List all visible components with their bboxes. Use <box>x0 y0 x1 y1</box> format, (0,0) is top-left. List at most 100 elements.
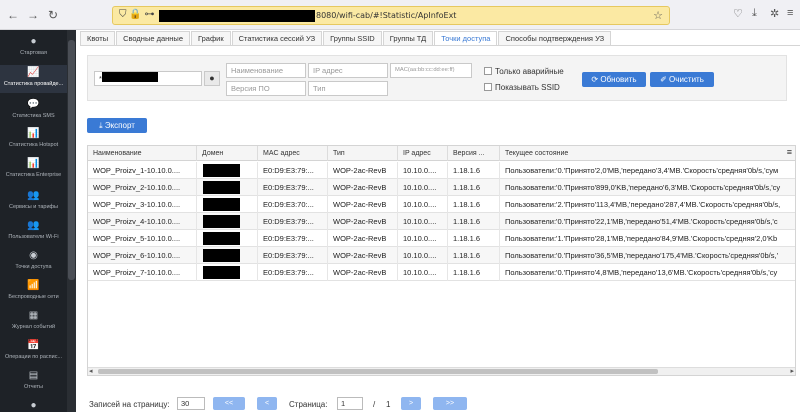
bookmark-star-icon[interactable]: ☆ <box>653 9 663 22</box>
tab-quotas[interactable]: Квоты <box>80 31 116 45</box>
cell-mac: E0:D9:E3:79:... <box>258 162 328 179</box>
clear-button[interactable]: ✐ Очистить <box>650 72 714 87</box>
only-alarm-label: Только аварийные <box>495 67 564 76</box>
column-header-type[interactable]: Тип <box>328 146 398 161</box>
column-header-state[interactable]: Текущее состояние <box>500 146 790 161</box>
tab-session-stats[interactable]: Статистика сессий УЗ <box>231 31 323 45</box>
column-header-name[interactable]: Наименование <box>88 146 197 161</box>
sidebar-item-label: Пользователи Wi-Fi <box>8 234 59 240</box>
site-info-icon[interactable]: ⛉ 🔒 ⊶ <box>119 9 155 20</box>
sidebar-item-wireless-networks[interactable]: 📶 Беспроводные сети <box>0 280 67 306</box>
cell-mac: E0:D9:E3:79:... <box>258 179 328 196</box>
table-row[interactable]: WOP_Proizv_4-10.10.0.... E0:D9:E3:79:... W… <box>88 213 795 230</box>
sidebar-item-label: Отчеты <box>23 384 43 390</box>
tab-confirmation-methods[interactable]: Способы подтверждения УЗ <box>498 31 612 45</box>
cell-state: Пользователи:'1.'Принято'28,1'MB,'переда… <box>505 234 778 243</box>
total-pages: 1 <box>386 400 391 409</box>
menu-icon[interactable]: ≡ <box>787 7 793 19</box>
column-header-domain[interactable]: Домен <box>197 146 258 161</box>
column-header-ip[interactable]: IP адрес <box>398 146 448 161</box>
mac-input[interactable]: MAC(aa:bb:cc:dd:ee:ff) <box>390 63 472 78</box>
cell-type: WOP-2ac-RevB <box>328 213 398 230</box>
eraser-icon: ✐ <box>660 75 670 84</box>
prev-page-button[interactable]: < <box>257 397 277 410</box>
tab-ssid-groups[interactable]: Группы SSID <box>323 31 382 45</box>
tab-summary[interactable]: Сводные данные <box>116 31 190 45</box>
table-row[interactable]: WOP_Proizv_5-10.10.0.... E0:D9:E3:79:... W… <box>88 230 795 247</box>
sidebar-item-reports[interactable]: ▤ Отчеты <box>0 370 67 396</box>
tab-graph[interactable]: График <box>191 31 231 45</box>
page-input[interactable]: 1 <box>337 397 363 410</box>
users-icon: 👥 <box>27 220 40 231</box>
sidebar-item-provider-stats[interactable]: 📈 Статистика провайде... <box>0 65 67 93</box>
cell-state: Пользователи:'0.'Принято'4,8'MB,'передан… <box>505 268 778 277</box>
per-page-label: Записей на страницу: <box>89 400 170 409</box>
sidebar-item-label: Точки доступа <box>15 264 52 270</box>
horizontal-scrollbar[interactable]: ◂ ▸ <box>88 367 795 375</box>
sidebar-item-start[interactable]: ● Стартовая <box>0 36 67 62</box>
table-row[interactable]: WOP_Proizv_7-10.10.0.... E0:D9:E3:79:... W… <box>88 264 795 281</box>
per-page-input[interactable]: 30 <box>177 397 205 410</box>
extension-icon[interactable]: ✲ <box>770 7 779 20</box>
table-row[interactable]: WOP_Proizv_1-10.10.0.... E0:D9:E3:79:... W… <box>88 162 795 179</box>
wifi-icon: 📶 <box>27 280 40 291</box>
firmware-input[interactable]: Версия ПО <box>226 81 306 96</box>
next-page-button[interactable]: > <box>401 397 421 410</box>
checkbox-box[interactable] <box>484 67 492 75</box>
url-text: 8080/wifi-cab/#!Statistic/ApInfoExt <box>316 11 457 20</box>
more-icon: ● <box>30 400 37 411</box>
users-icon: 👥 <box>27 190 40 201</box>
address-bar[interactable]: ⛉ 🔒 ⊶ 8080/wifi-cab/#!Statistic/ApInfoEx… <box>112 6 670 25</box>
sidebar-item-enterprise-stats[interactable]: 📊 Статистика Enterprise <box>0 158 67 184</box>
table-row[interactable]: WOP_Proizv_2-10.10.0.... E0:D9:E3:79:... W… <box>88 179 795 196</box>
refresh-button[interactable]: ⟳ Обновить <box>582 72 646 87</box>
cell-version: 1.18.1.6 <box>448 247 500 264</box>
ip-input[interactable]: IP адрес <box>308 63 388 78</box>
column-header-version[interactable]: Версия ... <box>448 146 500 161</box>
column-header-mac[interactable]: MAC адрес <box>258 146 328 161</box>
reload-icon[interactable]: ↻ <box>44 6 62 24</box>
sidebar-item-hotspot-stats[interactable]: 📊 Статистика Hotspot <box>0 128 67 154</box>
filter-panel: * ● Наименование Версия ПО IP адрес Тип … <box>87 55 787 101</box>
sidebar-item-wifi-users[interactable]: 👥 Пользователи Wi-Fi <box>0 220 67 246</box>
cell-version: 1.18.1.6 <box>448 162 500 179</box>
sidebar-item-services[interactable]: 👥 Сервисы и тарифы <box>0 190 67 216</box>
show-ssid-checkbox[interactable]: Показывать SSID <box>484 83 560 92</box>
back-icon[interactable]: ← <box>4 6 22 24</box>
table-row[interactable]: WOP_Proizv_3-10.10.0.... E0:D9:E3:70:... W… <box>88 196 795 213</box>
sidebar-item-sms-stats[interactable]: 💬 Статистика SMS <box>0 99 67 125</box>
bar-chart-icon: 📊 <box>27 128 40 139</box>
tab-access-points[interactable]: Точки доступа <box>434 31 498 45</box>
scroll-right-icon[interactable]: ▸ <box>790 367 794 375</box>
last-page-button[interactable]: >> <box>433 397 467 410</box>
sidebar-item-scheduled-ops[interactable]: 📅 Операции по распис... <box>0 340 67 366</box>
table-row[interactable]: WOP_Proizv_6-10.10.0.... E0:D9:E3:79:... W… <box>88 247 795 264</box>
sidebar-item-event-log[interactable]: ▦ Журнал событий <box>0 310 67 336</box>
sidebar-item-label: Статистика Enterprise <box>5 172 62 178</box>
message-icon: 💬 <box>27 99 40 110</box>
only-alarm-checkbox[interactable]: Только аварийные <box>484 67 564 76</box>
redacted-domain <box>102 72 158 82</box>
first-page-button[interactable]: << <box>213 397 245 410</box>
scroll-thumb[interactable] <box>98 369 658 374</box>
name-input[interactable]: Наименование <box>226 63 306 78</box>
export-button[interactable]: ⤓ Экспорт <box>87 118 147 133</box>
scroll-left-icon[interactable]: ◂ <box>89 367 93 375</box>
sidebar-item-more[interactable]: ● <box>0 400 67 412</box>
pocket-icon[interactable]: ♡ <box>733 7 743 20</box>
globe-icon[interactable]: ● <box>204 71 220 86</box>
cell-type: WOP-2ac-RevB <box>328 162 398 179</box>
download-icon[interactable]: ⤓ <box>752 7 757 20</box>
redacted-host <box>159 10 315 22</box>
forward-icon[interactable]: → <box>24 6 42 24</box>
checkbox-box[interactable] <box>484 83 492 91</box>
access-points-table: Наименование Домен MAC адрес Тип IP адре… <box>87 145 796 376</box>
sidebar-item-access-points[interactable]: ◉ Точки доступа <box>0 250 67 276</box>
redacted-domain <box>203 181 240 194</box>
tab-ap-groups[interactable]: Группы ТД <box>382 31 434 45</box>
cell-version: 1.18.1.6 <box>448 264 500 281</box>
type-input[interactable]: Тип <box>308 81 388 96</box>
column-menu-icon[interactable]: ≡ <box>787 147 792 157</box>
sidebar-item-label: Журнал событий <box>11 324 56 330</box>
sidebar-scroll-thumb[interactable] <box>68 40 75 280</box>
